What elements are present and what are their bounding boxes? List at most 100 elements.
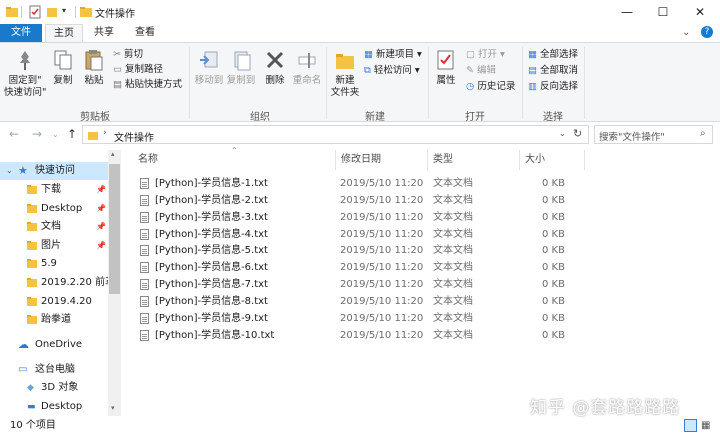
file-row[interactable]: [Python]-学员信息-8.txt 2019/5/10 11:20 文本文档 0 … (122, 293, 592, 310)
collapse-ribbon-icon[interactable]: ⌄ (682, 27, 690, 38)
minimize-button[interactable]: — (610, 0, 644, 24)
properties-button[interactable]: 属性 (432, 49, 460, 87)
group-divider (189, 47, 190, 119)
close-button[interactable]: ✕ (683, 0, 717, 24)
copy-to-label: 复制到 (226, 75, 256, 86)
file-date: 2019/5/10 11:20 (340, 194, 424, 206)
copy-button[interactable]: 复制 (50, 49, 76, 87)
file-row[interactable]: [Python]-学员信息-6.txt 2019/5/10 11:20 文本文档 0 … (122, 259, 592, 276)
nav-scrollbar[interactable]: ▴ ▾ (108, 150, 121, 416)
invert-selection-label: 反向选择 (540, 81, 579, 92)
new-folder-button[interactable]: 新建 文件夹 (330, 49, 360, 99)
paste-label: 粘贴 (84, 75, 104, 86)
pin-quick-access-button[interactable]: 固定到" 快速访问" (4, 49, 46, 99)
file-size: 0 KB (542, 178, 565, 189)
nav-this-pc[interactable]: ▭ 这台电脑 (0, 361, 108, 379)
column-divider[interactable] (335, 150, 336, 170)
copy-to-button[interactable]: 复制到 (226, 49, 256, 87)
recent-dropdown-icon[interactable]: ⌄ (52, 130, 59, 139)
scrollbar-thumb[interactable] (109, 164, 120, 294)
sidebar-item[interactable]: 文档 📌 (0, 218, 108, 236)
move-to-button[interactable]: 移动到 (193, 49, 225, 87)
file-row[interactable]: [Python]-学员信息-5.txt 2019/5/10 11:20 文本文档 0 … (122, 242, 592, 259)
easy-access-button[interactable]: ⧉ 轻松访问 ▾ (364, 65, 420, 77)
new-folder-quick-icon[interactable] (46, 5, 60, 19)
nav-3d-objects[interactable]: ◆ 3D 对象 (0, 379, 108, 397)
column-header-date[interactable]: 修改日期 (341, 150, 381, 170)
ribbon: 固定到" 快速访问" 复制 粘贴 ✂ 剪切 ▭ 复制路径 ▤ 粘贴快捷方式 剪贴… (0, 42, 720, 123)
tab-file[interactable]: 文件 (0, 24, 42, 42)
tab-home[interactable]: 主页 (45, 24, 83, 42)
file-row[interactable]: [Python]-学员信息-7.txt 2019/5/10 11:20 文本文档 0 … (122, 276, 592, 293)
expand-chevron-icon[interactable]: ⌄ (6, 162, 13, 180)
search-icon[interactable]: ⌕ (700, 128, 706, 139)
edit-button[interactable]: ✎ 编辑 (466, 65, 496, 77)
column-header-name[interactable]: 名称 (138, 150, 158, 170)
new-item-button[interactable]: ▦ 新建项目 ▾ (364, 49, 422, 61)
breadcrumb[interactable]: 文件操作 (114, 129, 154, 144)
up-arrow-icon[interactable]: ↑ (67, 127, 77, 141)
sidebar-item[interactable]: 跆拳道 (0, 311, 108, 329)
rename-button[interactable]: 重命名 (290, 49, 324, 87)
invert-selection-icon: ▥ (528, 81, 537, 92)
copy-path-button[interactable]: ▭ 复制路径 (113, 64, 163, 76)
help-button[interactable]: ? (701, 26, 713, 38)
scroll-down-icon[interactable]: ▾ (111, 404, 115, 412)
sidebar-item[interactable]: 2019.2.20 前革 (0, 274, 115, 292)
invert-selection-button[interactable]: ▥ 反向选择 (528, 81, 578, 93)
open-button[interactable]: ▢ 打开 ▾ (466, 49, 505, 61)
select-none-button[interactable]: ▤ 全部取消 (528, 65, 578, 77)
file-row[interactable]: [Python]-学员信息-10.txt 2019/5/10 11:20 文本文档 0… (122, 327, 592, 344)
tab-share[interactable]: 共享 (85, 24, 123, 42)
file-row[interactable]: [Python]-学员信息-4.txt 2019/5/10 11:20 文本文档 0 … (122, 226, 592, 243)
paste-shortcut-button[interactable]: ▤ 粘贴快捷方式 (113, 79, 182, 91)
nav-pc-desktop[interactable]: ▬ Desktop (0, 398, 108, 416)
maximize-button[interactable]: ☐ (646, 0, 680, 24)
properties-quick-icon[interactable] (28, 5, 42, 19)
file-row[interactable]: [Python]-学员信息-3.txt 2019/5/10 11:20 文本文档 0 … (122, 209, 592, 226)
scissors-icon: ✂ (113, 49, 121, 60)
sidebar-item[interactable]: 下载 📌 (0, 181, 108, 199)
address-bar[interactable]: › 文件操作 ⌄ ↻ (82, 125, 589, 144)
file-row[interactable]: [Python]-学员信息-2.txt 2019/5/10 11:20 文本文档 0 … (122, 192, 592, 209)
group-divider (428, 47, 429, 119)
status-bar: 10 个项目 ▦ (0, 416, 720, 435)
sidebar-item-label: 5.9 (41, 258, 57, 270)
forward-arrow-icon[interactable]: → (32, 127, 42, 141)
file-row[interactable]: [Python]-学员信息-1.txt 2019/5/10 11:20 文本文档 0 … (122, 175, 592, 192)
column-header-size[interactable]: 大小 (525, 150, 545, 170)
file-size: 0 KB (542, 245, 565, 257)
column-divider[interactable] (584, 150, 585, 170)
sidebar-item[interactable]: Desktop 📌 (0, 200, 108, 218)
sidebar-item[interactable]: 5.9 (0, 255, 108, 273)
nav-quick-access[interactable]: ⌄ ★ 快速访问 (0, 162, 108, 180)
details-view-button[interactable] (684, 419, 697, 432)
delete-button[interactable]: 删除 (262, 49, 288, 87)
text-file-icon (140, 312, 149, 324)
file-row[interactable]: [Python]-学员信息-9.txt 2019/5/10 11:20 文本文档 0 … (122, 310, 592, 327)
address-dropdown-icon[interactable]: ⌄ (559, 129, 566, 138)
folder-icon (27, 222, 37, 232)
sidebar-item[interactable]: 2019.4.20 (0, 293, 108, 311)
select-all-button[interactable]: ▦ 全部选择 (528, 49, 578, 61)
quick-access-dropdown-icon[interactable]: ▾ (62, 6, 66, 20)
star-icon: ★ (18, 164, 28, 177)
nav-onedrive[interactable]: ☁ OneDrive (0, 336, 108, 354)
refresh-icon[interactable]: ↻ (573, 127, 582, 140)
tab-view[interactable]: 查看 (125, 24, 165, 42)
scroll-up-icon[interactable]: ▴ (111, 150, 115, 158)
window-folder-icon (80, 7, 92, 17)
cut-button[interactable]: ✂ 剪切 (113, 49, 143, 61)
back-arrow-icon[interactable]: ← (9, 127, 19, 141)
column-divider[interactable] (519, 150, 520, 170)
sidebar-item-label: 2019.4.20 (41, 295, 92, 307)
sidebar-item[interactable]: 图片 📌 (0, 237, 108, 255)
folder-icon (27, 185, 37, 194)
search-input[interactable]: 搜索"文件操作" (594, 125, 713, 144)
column-header-type[interactable]: 类型 (433, 150, 453, 170)
history-button[interactable]: ◷ 历史记录 (466, 81, 515, 93)
column-divider[interactable] (427, 150, 428, 170)
tiles-view-button[interactable]: ▦ (701, 419, 714, 432)
paste-button[interactable]: 粘贴 (80, 49, 108, 87)
desktop-icon: ▬ (27, 402, 36, 412)
